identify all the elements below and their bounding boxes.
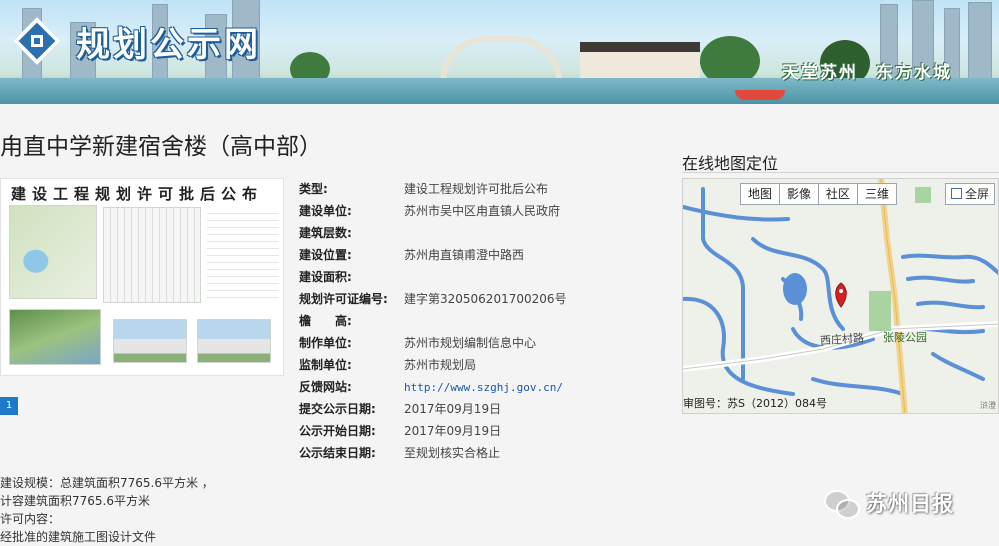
map-pond: [783, 273, 807, 305]
info-label: 建设位置:: [299, 248, 352, 262]
fullscreen-label: 全屏: [965, 187, 990, 201]
map-section-title: 在线地图定位: [682, 154, 779, 173]
info-label: 建设面积:: [299, 270, 352, 284]
info-value: 建字第320506201700206号: [404, 292, 567, 306]
info-value: 苏州甪直镇甫澄中路西: [404, 248, 525, 262]
slogan-part-2: 东方水城: [876, 63, 952, 83]
construction-scale-line2: 计容建筑面积7765.6平方米: [0, 494, 150, 508]
construction-scale-line1: 建设规模：总建筑面积7765.6平方米 ，: [0, 476, 214, 490]
info-label: 反馈网站:: [299, 380, 352, 394]
info-value: 2017年09月19日: [404, 402, 502, 416]
map-park-label: 张陵公园: [883, 331, 927, 344]
info-value: 苏州市规划局: [404, 358, 477, 372]
map-park-area: [869, 291, 891, 331]
info-value: http://www.szghj.gov.cn/: [404, 376, 563, 399]
page-title: 甪直中学新建宿舍楼（高中部）: [0, 134, 322, 160]
gallery-page-1-button[interactable]: 1: [0, 397, 18, 415]
map-road-label: 西庄村路: [819, 331, 865, 348]
map-tab-community[interactable]: 社区: [818, 183, 859, 205]
wechat-icon: [822, 488, 860, 519]
info-label: 檐 高:: [299, 314, 352, 328]
online-map[interactable]: 地图 影像 社区 三维 全屏 西庄村路 张陵公园 审图号：苏S（2012）084…: [682, 178, 999, 414]
info-value: 2017年09月19日: [404, 424, 502, 438]
perspective-thumbnail-2[interactable]: [197, 319, 271, 363]
banner-bridge: [440, 36, 562, 82]
fullscreen-icon: [951, 188, 962, 199]
permit-content-value: 经批准的建筑施工图设计文件: [0, 530, 157, 544]
info-label: 制作单位:: [299, 336, 352, 350]
watermark-text: 苏州日报: [866, 492, 954, 516]
map-title-divider: [682, 172, 999, 173]
info-label: 监制单位:: [299, 358, 352, 372]
plan-image-gallery[interactable]: 建设工程规划许可批后公布: [0, 178, 284, 376]
info-label: 公示结束日期:: [299, 446, 376, 460]
site-banner: 规划公示网 天堂苏州 东方水城: [0, 0, 999, 104]
banner-hall: [580, 42, 700, 78]
elevation-thumbnail[interactable]: [103, 207, 201, 303]
info-value: 建设工程规划许可批后公布: [404, 182, 549, 196]
map-tab-map[interactable]: 地图: [740, 183, 781, 205]
map-corner-label: 浒澄: [980, 401, 996, 410]
suzhou-daily-watermark: 苏州日报: [822, 488, 954, 519]
perspective-thumbnail-1[interactable]: [113, 319, 187, 363]
map-fullscreen-button[interactable]: 全屏: [945, 183, 996, 205]
map-canvas[interactable]: [683, 179, 999, 414]
info-label: 提交公示日期:: [299, 402, 376, 416]
map-tab-satellite[interactable]: 影像: [779, 183, 820, 205]
info-value: 苏州市吴中区甪直镇人民政府: [404, 204, 561, 218]
info-value: 至规划核实合格止: [404, 446, 501, 460]
info-label: 建设单位:: [299, 204, 352, 218]
logo-diamond-icon: [10, 14, 64, 68]
info-label: 类型:: [299, 182, 328, 196]
permit-text-thumbnail: [207, 207, 279, 299]
project-location-marker: [835, 282, 847, 308]
slogan-part-1: 天堂苏州: [782, 63, 858, 83]
feedback-website-link[interactable]: http://www.szghj.gov.cn/: [404, 381, 563, 394]
map-approval-number: 审图号：苏S（2012）084号: [683, 397, 827, 410]
banner-boat: [735, 90, 785, 100]
info-value: 苏州市规划编制信息中心: [404, 336, 537, 350]
logo-text: 规划公示网: [76, 24, 261, 65]
info-label: 规划许可证编号:: [299, 292, 388, 306]
banner-slogan: 天堂苏州 东方水城: [782, 58, 952, 83]
map-tab-3d[interactable]: 三维: [857, 183, 898, 205]
site-logo[interactable]: 规划公示网: [10, 14, 261, 68]
permit-content-label: 许可内容：: [0, 512, 61, 526]
map-view-tabs: 地图 影像 社区 三维: [740, 183, 898, 205]
gallery-heading: 建设工程规划许可批后公布: [11, 185, 264, 203]
info-label: 公示开始日期:: [299, 424, 376, 438]
site-plan-thumbnail[interactable]: [9, 205, 97, 299]
aerial-view-thumbnail[interactable]: [9, 309, 101, 365]
banner-building: [968, 2, 992, 80]
info-label: 建筑层数:: [299, 226, 352, 240]
